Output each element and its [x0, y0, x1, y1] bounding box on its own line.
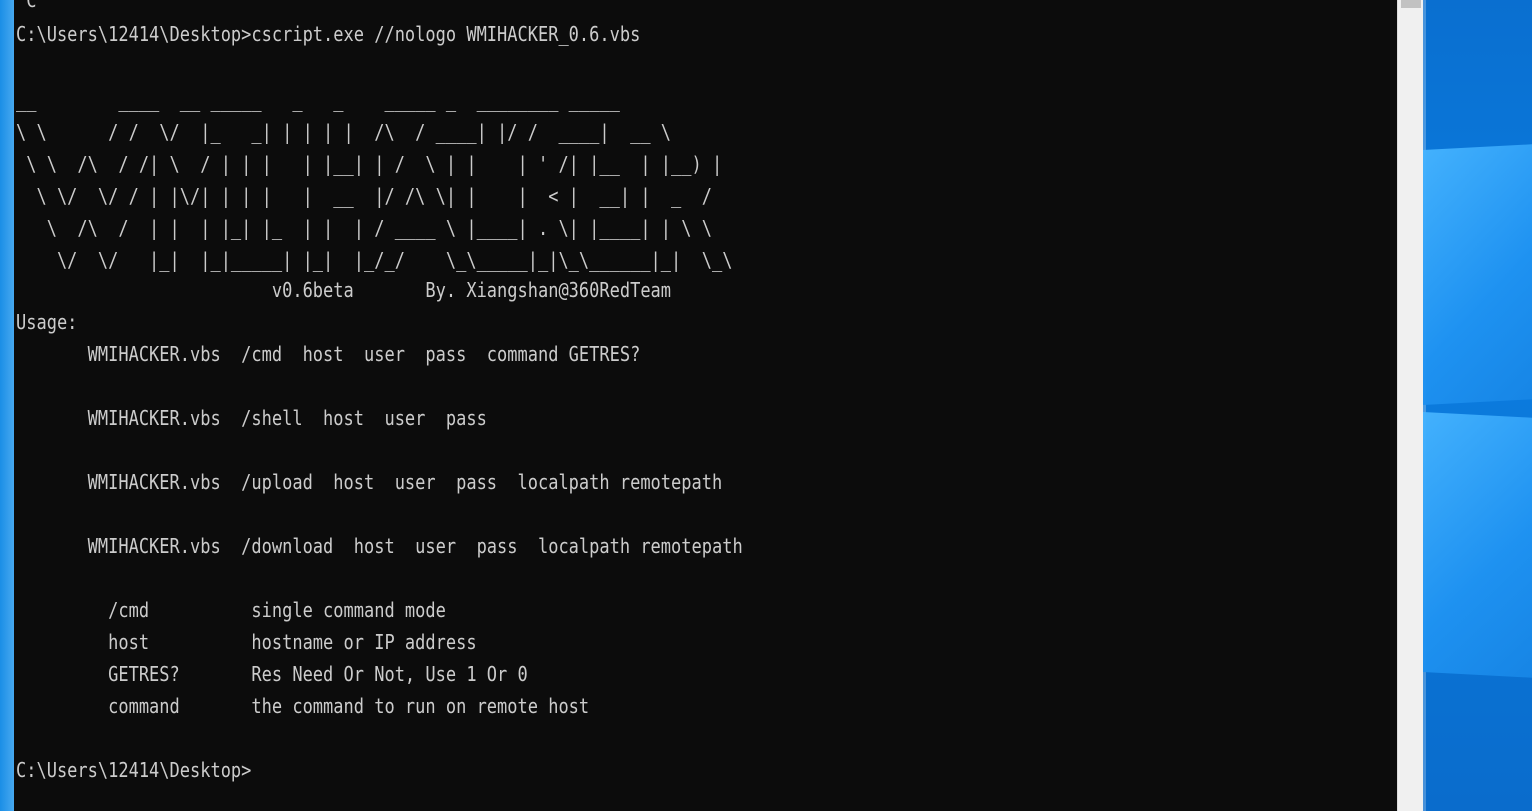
usage-line-download: WMIHACKER.vbs /download host user pass l…	[16, 534, 743, 558]
wallpaper-light-edge	[1423, 0, 1426, 811]
usage-line-upload: WMIHACKER.vbs /upload host user pass loc…	[16, 470, 723, 494]
partial-top-line: ^C	[16, 0, 37, 12]
param-line-cmd: /cmd single command mode	[16, 598, 446, 622]
desktop-wallpaper	[1423, 0, 1532, 811]
usage-line-shell: WMIHACKER.vbs /shell host user pass	[16, 406, 487, 430]
param-line-host: host hostname or IP address	[16, 630, 477, 654]
param-line-getres: GETRES? Res Need Or Not, Use 1 Or 0	[16, 662, 528, 686]
command-prompt-current[interactable]: C:\Users\12414\Desktop>	[16, 754, 251, 786]
windows-logo-pane-bottom	[1423, 412, 1532, 678]
command-prompt-line: C:\Users\12414\Desktop>cscript.exe //nol…	[16, 22, 641, 46]
param-line-command: command the command to run on remote hos…	[16, 694, 590, 718]
window-left-edge	[0, 0, 14, 811]
usage-line-cmd: WMIHACKER.vbs /cmd host user pass comman…	[16, 342, 641, 366]
version-credit-line: v0.6beta By. Xiangshan@360RedTeam	[16, 278, 672, 302]
console-text-area[interactable]: ^C C:\Users\12414\Desktop>cscript.exe //…	[16, 0, 1391, 811]
console-window[interactable]: ^C C:\Users\12414\Desktop>cscript.exe //…	[0, 0, 1423, 811]
scrollbar-thumb[interactable]	[1401, 0, 1421, 8]
vertical-scrollbar[interactable]	[1397, 0, 1423, 811]
usage-heading: Usage:	[16, 310, 78, 334]
ascii-banner: __ ____ __ _____ _ _ _____ _ ________ __…	[16, 88, 733, 272]
windows-logo-pane-top	[1423, 144, 1532, 406]
